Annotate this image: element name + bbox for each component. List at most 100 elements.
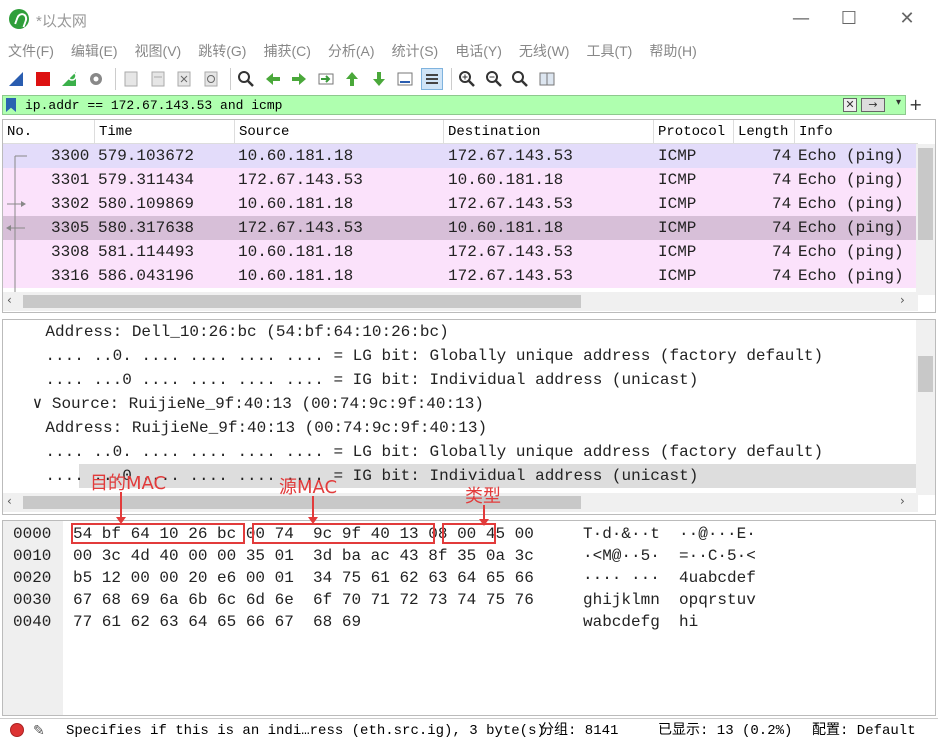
back-icon[interactable] (262, 68, 284, 90)
close-button[interactable]: ✕ (892, 6, 922, 32)
detail-line[interactable]: Address: RuijieNe_9f:40:13 (00:74:9c:9f:… (7, 416, 920, 440)
find-icon[interactable] (235, 68, 257, 90)
apply-filter-button[interactable]: → (861, 98, 885, 112)
status-message: Specifies if this is an indi…ress (eth.s… (66, 723, 545, 739)
scroll-left-arrow[interactable]: ‹ (7, 494, 12, 508)
restart-icon[interactable] (58, 68, 80, 90)
scroll-right-arrow[interactable]: › (900, 494, 905, 508)
column-header-info[interactable]: Info (795, 120, 918, 144)
menu-telephony[interactable]: 电话(Y) (455, 38, 502, 64)
detail-line[interactable]: .... ..0. .... .... .... .... = LG bit: … (7, 344, 920, 368)
menu-edit[interactable]: 编辑(E) (71, 38, 118, 64)
forward-icon[interactable] (288, 68, 310, 90)
status-profile[interactable]: 配置: Default (812, 720, 916, 742)
byte-ascii[interactable]: wabcdefg hi (583, 611, 698, 633)
clear-filter-button[interactable]: ✕ (843, 98, 857, 112)
menu-go[interactable]: 跳转(G) (198, 38, 246, 64)
cell-time: 579.103672 (98, 147, 195, 165)
scroll-right-arrow[interactable]: › (900, 293, 905, 307)
column-header-protocol[interactable]: Protocol (654, 120, 734, 144)
capture-comment-icon[interactable]: ✎ (33, 720, 45, 742)
details-hscrollbar[interactable]: ‹ › (3, 493, 918, 512)
hscroll-thumb[interactable] (23, 295, 581, 308)
packet-list-hscrollbar[interactable]: ‹ › (3, 292, 918, 311)
menu-analyze[interactable]: 分析(A) (328, 38, 375, 64)
cell-source: 172.67.143.53 (238, 219, 363, 237)
goto-icon[interactable] (315, 68, 337, 90)
zoom-out-icon[interactable] (483, 68, 505, 90)
byte-hex[interactable]: b5 12 00 00 20 e6 00 01 34 75 61 62 63 6… (73, 567, 534, 589)
details-vscrollbar[interactable] (916, 320, 935, 495)
minimize-button[interactable]: — (786, 6, 816, 32)
detail-line-source[interactable]: ∨ Source: RuijieNe_9f:40:13 (00:74:9c:9f… (23, 392, 935, 416)
menu-help[interactable]: 帮助(H) (649, 38, 696, 64)
cell-time: 581.114493 (98, 243, 195, 261)
detail-line[interactable]: .... ...0 .... .... .... .... = IG bit: … (7, 368, 920, 392)
menu-tools[interactable]: 工具(T) (586, 38, 632, 64)
byte-hex[interactable]: 77 61 62 63 64 65 66 67 68 69 (73, 611, 361, 633)
byte-hex[interactable]: 00 3c 4d 40 00 00 35 01 3d ba ac 43 8f 3… (73, 545, 534, 567)
close-file-icon[interactable] (173, 68, 195, 90)
related-packets-indicator (6, 155, 27, 294)
packet-row[interactable]: 3316 586.043196 10.60.181.18 172.67.143.… (3, 264, 916, 288)
byte-ascii[interactable]: T·d·&··t ··@···E· (583, 523, 756, 545)
detail-line[interactable]: .... ..0. .... .... .... .... = LG bit: … (7, 440, 920, 464)
menu-statistics[interactable]: 统计(S) (392, 38, 439, 64)
menu-wireless[interactable]: 无线(W) (519, 38, 570, 64)
stop-icon[interactable] (32, 68, 54, 90)
dest-mac-highlight (71, 523, 245, 544)
vscroll-thumb[interactable] (918, 356, 933, 392)
maximize-button[interactable]: ☐ (834, 6, 864, 32)
cell-protocol: ICMP (658, 147, 697, 165)
column-header-destination[interactable]: Destination (444, 120, 654, 144)
vscroll-thumb[interactable] (918, 148, 933, 240)
column-header-no[interactable]: No. (3, 120, 95, 144)
display-filter-input[interactable]: ip.addr == 172.67.143.53 and icmp (25, 97, 282, 114)
shark-fin-icon[interactable] (5, 68, 27, 90)
cell-length: 74 (772, 195, 792, 213)
save-icon[interactable] (147, 68, 169, 90)
src-mac-arrow (308, 496, 318, 524)
detail-line[interactable]: Address: Dell_10:26:bc (54:bf:64:10:26:b… (7, 320, 920, 344)
packet-list-vscrollbar[interactable] (916, 144, 935, 295)
menu-capture[interactable]: 捕获(C) (263, 38, 310, 64)
byte-ascii[interactable]: ·<M@··5· =··C·5·< (583, 545, 756, 567)
bookmark-icon[interactable] (6, 98, 16, 112)
cell-length: 74 (772, 171, 792, 189)
cell-destination: 172.67.143.53 (448, 147, 573, 165)
cell-info: Echo (ping) (798, 219, 904, 237)
first-packet-icon[interactable] (341, 68, 363, 90)
byte-ascii[interactable]: ghijklmn opqrstuv (583, 589, 756, 611)
zoom-in-icon[interactable] (456, 68, 478, 90)
byte-hex[interactable]: 67 68 69 6a 6b 6c 6d 6e 6f 70 71 72 73 7… (73, 589, 534, 611)
reload-icon[interactable] (200, 68, 222, 90)
src-mac-highlight (252, 523, 435, 544)
byte-ascii[interactable]: ···· ··· 4uabcdef (583, 567, 756, 589)
packet-row[interactable]: 3300 579.103672 10.60.181.18 172.67.143.… (3, 144, 916, 168)
column-header-source[interactable]: Source (235, 120, 444, 144)
cell-protocol: ICMP (658, 267, 697, 285)
colorize-icon[interactable] (420, 68, 443, 90)
autoscroll-icon[interactable] (394, 68, 416, 90)
zoom-reset-icon[interactable] (509, 68, 531, 90)
packet-row[interactable]: 3308 581.114493 10.60.181.18 172.67.143.… (3, 240, 916, 264)
options-gear-icon[interactable] (85, 68, 107, 90)
column-header-time[interactable]: Time (95, 120, 235, 144)
packet-row-selected[interactable]: 3305 580.317638 172.67.143.53 10.60.181.… (3, 216, 916, 240)
cell-time: 579.311434 (98, 171, 195, 189)
cell-info: Echo (ping) (798, 243, 904, 261)
packet-row[interactable]: 3301 579.311434 172.67.143.53 10.60.181.… (3, 168, 916, 192)
resize-columns-icon[interactable] (536, 68, 558, 90)
column-header-length[interactable]: Length (734, 120, 795, 144)
packet-row[interactable]: 3302 580.109869 10.60.181.18 172.67.143.… (3, 192, 916, 216)
add-filter-button[interactable]: + (909, 95, 922, 114)
filter-history-dropdown[interactable]: ▾ (896, 97, 901, 108)
expert-info-icon[interactable] (10, 723, 24, 737)
scroll-left-arrow[interactable]: ‹ (7, 293, 12, 307)
menu-view[interactable]: 视图(V) (135, 38, 182, 64)
menu-file[interactable]: 文件(F) (8, 38, 54, 64)
cell-length: 74 (772, 243, 792, 261)
dest-mac-arrow (116, 492, 126, 524)
last-packet-icon[interactable] (368, 68, 390, 90)
open-icon[interactable] (120, 68, 142, 90)
